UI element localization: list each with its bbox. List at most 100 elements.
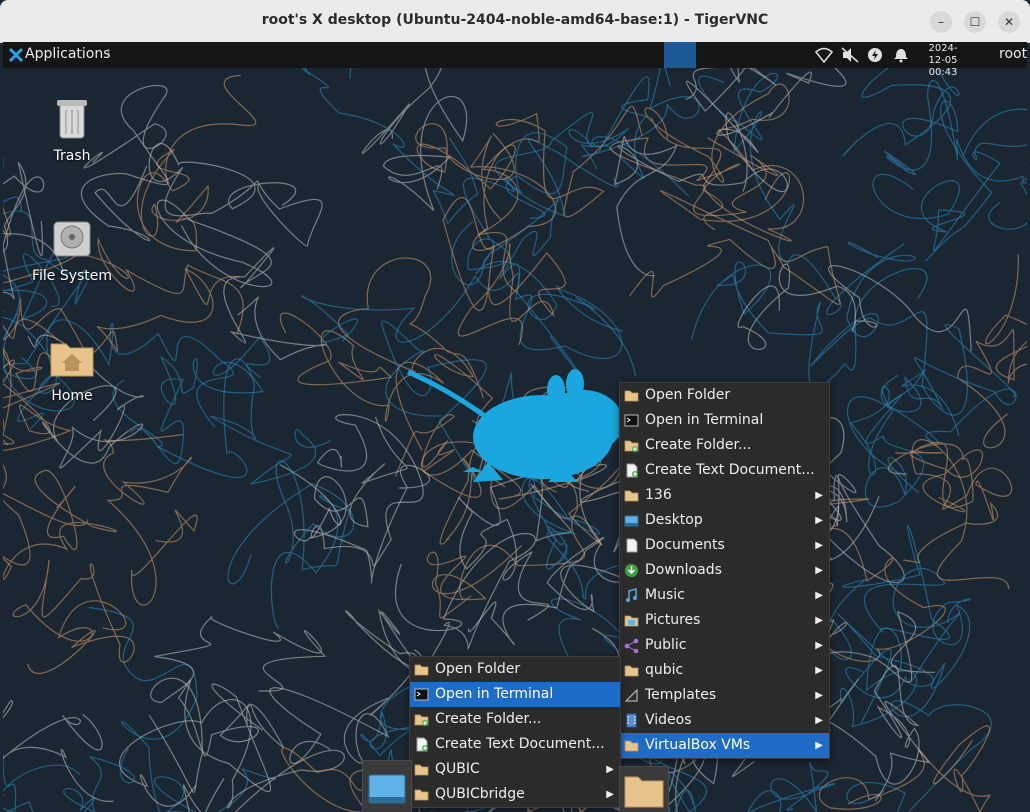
- submenu-arrow-icon: ▶: [815, 740, 823, 751]
- remote-desktop[interactable]: Applications ⠇ 2024-12-05 00:43 root Tra…: [3, 42, 1027, 812]
- applications-menu-button[interactable]: Applications ⠇: [5, 42, 115, 68]
- context-menu-left-item[interactable]: Create Text Document...: [410, 732, 620, 757]
- menu-item-label: Open Folder: [435, 661, 521, 677]
- context-menu-left-item[interactable]: QUBICbridge ▶: [410, 782, 620, 807]
- submenu-arrow-icon: ▶: [815, 515, 823, 526]
- menu-item-label: QUBIC: [435, 761, 480, 777]
- folder-icon: [624, 490, 639, 502]
- desktop-icon-label: Home: [51, 388, 93, 404]
- context-menu-left-item[interactable]: Open in Terminal: [410, 682, 620, 707]
- menu-item-label: Open in Terminal: [435, 686, 554, 702]
- terminal-icon: [624, 414, 639, 427]
- menu-item-label: Open Folder: [645, 387, 731, 403]
- top-panel: Applications ⠇ 2024-12-05 00:43 root: [3, 42, 1027, 78]
- desktop-icon: [368, 774, 406, 804]
- folder-new-icon: [624, 440, 639, 452]
- menu-item-label: qubic: [645, 662, 684, 678]
- menu-item-label: Downloads: [645, 562, 722, 578]
- context-menu-right-item[interactable]: Open Folder: [620, 383, 829, 408]
- taskbar-desktop-button[interactable]: [362, 760, 412, 812]
- context-menu-right-item[interactable]: Create Folder...: [620, 433, 829, 458]
- context-menu-right-item[interactable]: Videos ▶: [620, 708, 829, 733]
- folder-icon: [624, 665, 639, 677]
- terminal-icon: [414, 688, 429, 701]
- folder-icon: [414, 764, 429, 776]
- pictures-icon: [624, 615, 639, 627]
- close-button[interactable]: ✕: [998, 11, 1020, 33]
- context-menu-left-item[interactable]: QUBIC ▶: [410, 757, 620, 782]
- menu-item-label: Desktop: [645, 512, 703, 528]
- clock[interactable]: 2024-12-05 00:43: [921, 43, 965, 79]
- xfce-logo-icon: [9, 48, 23, 62]
- context-menu-right-item[interactable]: Open in Terminal: [620, 408, 829, 433]
- document-icon: [626, 538, 638, 553]
- desktop-icon-label: Trash: [53, 148, 91, 164]
- maximize-button[interactable]: ☐: [964, 11, 986, 33]
- menu-item-label: Pictures: [645, 612, 701, 628]
- submenu-arrow-icon: ▶: [815, 615, 823, 626]
- folder-icon: [624, 740, 639, 752]
- context-menu-left-item[interactable]: Create Folder...: [410, 707, 620, 732]
- submenu-arrow-icon: ▶: [815, 565, 823, 576]
- hard-drive-icon: [53, 221, 91, 257]
- menu-item-label: Create Text Document...: [645, 462, 815, 478]
- submenu-arrow-icon: ▶: [606, 764, 614, 775]
- minimize-button[interactable]: –: [930, 11, 952, 33]
- menu-item-label: Open in Terminal: [645, 412, 764, 428]
- menu-item-label: VirtualBox VMs: [645, 737, 751, 753]
- menu-item-label: QUBICbridge: [435, 786, 525, 802]
- context-menu-right-item[interactable]: Music ▶: [620, 583, 829, 608]
- trash-icon: [57, 100, 87, 139]
- context-menu-right-item[interactable]: Templates ▶: [620, 683, 829, 708]
- desktop-icon: [624, 515, 639, 527]
- desktop-icon-file-system[interactable]: File System: [17, 216, 127, 284]
- submenu-arrow-icon: ▶: [815, 640, 823, 651]
- folder-icon: [624, 390, 639, 402]
- submenu-arrow-icon: ▶: [815, 690, 823, 701]
- context-menu-right-item[interactable]: Pictures ▶: [620, 608, 829, 633]
- folder-icon: [624, 776, 664, 808]
- document-new-icon: [626, 463, 638, 478]
- power-icon[interactable]: [867, 47, 883, 63]
- menu-item-label: Documents: [645, 537, 725, 553]
- desktop-icon-label: File System: [31, 268, 113, 284]
- context-menu-right-item[interactable]: Documents ▶: [620, 533, 829, 558]
- context-menu-right-item[interactable]: Create Text Document...: [620, 458, 829, 483]
- user-menu[interactable]: root: [999, 46, 1027, 62]
- menu-item-label: Videos: [645, 712, 692, 728]
- context-menu-right-item[interactable]: Public ▶: [620, 633, 829, 658]
- videos-icon: [626, 713, 637, 728]
- context-menu-right-item[interactable]: Downloads ▶: [620, 558, 829, 583]
- downloads-icon: [625, 564, 638, 577]
- desktop-icon-home[interactable]: Home: [17, 336, 127, 404]
- network-wireless-icon[interactable]: [815, 47, 833, 63]
- desktop-icon-trash[interactable]: Trash: [17, 96, 127, 164]
- context-menu-right-item[interactable]: VirtualBox VMs ▶: [620, 733, 829, 758]
- context-menu-right-item[interactable]: qubic ▶: [620, 658, 829, 683]
- folder-new-icon: [414, 714, 429, 726]
- context-menu-left-item[interactable]: Open Folder: [410, 657, 620, 682]
- applications-label: Applications: [25, 46, 111, 62]
- menu-item-label: Create Text Document...: [435, 736, 605, 752]
- context-menu-right-item[interactable]: 136 ▶: [620, 483, 829, 508]
- workspace-switcher[interactable]: [664, 42, 696, 68]
- window-titlebar[interactable]: root's X desktop (Ubuntu-2404-noble-amd6…: [0, 0, 1030, 43]
- context-menu-left: Open Folder Open in Terminal Create Folder…: [409, 656, 621, 808]
- templates-icon: [624, 688, 638, 702]
- notification-bell-icon[interactable]: [893, 47, 909, 63]
- taskbar-folder-button[interactable]: [619, 766, 669, 812]
- menu-item-label: Create Folder...: [435, 711, 542, 727]
- submenu-arrow-icon: ▶: [815, 715, 823, 726]
- music-icon: [626, 588, 637, 602]
- menu-item-label: Create Folder...: [645, 437, 752, 453]
- context-menu-right: Open Folder Open in Terminal Create Folder…: [619, 382, 830, 759]
- folder-icon: [414, 664, 429, 676]
- submenu-arrow-icon: ▶: [815, 590, 823, 601]
- context-menu-right-item[interactable]: Desktop ▶: [620, 508, 829, 533]
- folder-icon: [414, 789, 429, 801]
- menu-item-label: 136: [645, 487, 672, 503]
- applications-separator: ⠇: [106, 48, 115, 61]
- speaker-muted-icon[interactable]: [841, 47, 859, 63]
- home-folder-icon: [50, 343, 94, 377]
- submenu-arrow-icon: ▶: [815, 665, 823, 676]
